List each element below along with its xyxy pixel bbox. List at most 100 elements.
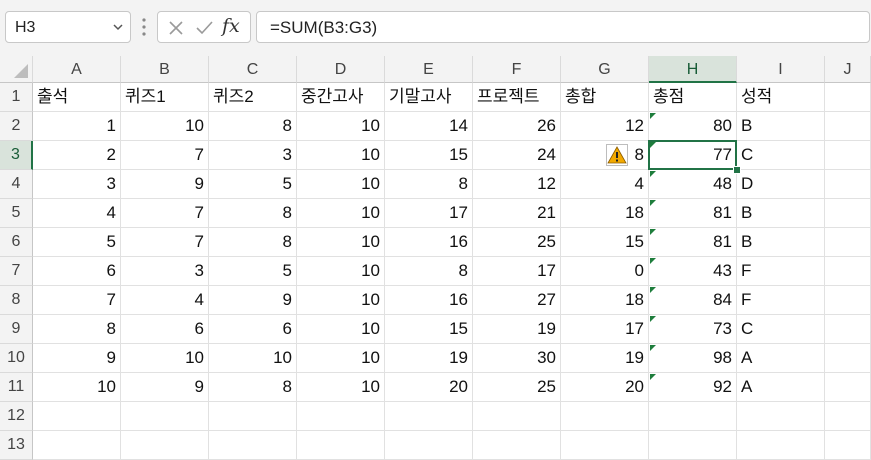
- cell-J11[interactable]: [825, 373, 871, 402]
- insert-function-button[interactable]: fx: [222, 15, 240, 37]
- row-header-4[interactable]: 4: [0, 170, 33, 199]
- cell-F11[interactable]: 25: [473, 373, 561, 402]
- cell-I6[interactable]: B: [737, 228, 825, 257]
- cell-F1[interactable]: 프로젝트: [473, 83, 561, 112]
- cell-C11[interactable]: 8: [209, 373, 297, 402]
- cell-A8[interactable]: 7: [33, 286, 121, 315]
- cell-H1[interactable]: 총점: [649, 83, 737, 112]
- cell-I5[interactable]: B: [737, 199, 825, 228]
- row-header-9[interactable]: 9: [0, 315, 33, 344]
- cell-C4[interactable]: 5: [209, 170, 297, 199]
- cell-E10[interactable]: 19: [385, 344, 473, 373]
- column-header-I[interactable]: I: [737, 56, 825, 83]
- cell-G6[interactable]: 15: [561, 228, 649, 257]
- cell-E2[interactable]: 14: [385, 112, 473, 141]
- cell-J12[interactable]: [825, 402, 871, 431]
- row-header-7[interactable]: 7: [0, 257, 33, 286]
- cell-F3[interactable]: 24: [473, 141, 561, 170]
- cell-E9[interactable]: 15: [385, 315, 473, 344]
- cell-A11[interactable]: 10: [33, 373, 121, 402]
- cell-D11[interactable]: 10: [297, 373, 385, 402]
- cell-J2[interactable]: [825, 112, 871, 141]
- cell-G13[interactable]: [561, 431, 649, 460]
- cell-J1[interactable]: [825, 83, 871, 112]
- cell-G7[interactable]: 0: [561, 257, 649, 286]
- cell-C6[interactable]: 8: [209, 228, 297, 257]
- cell-F4[interactable]: 12: [473, 170, 561, 199]
- cell-H5[interactable]: 81: [649, 199, 737, 228]
- cell-G4[interactable]: 4: [561, 170, 649, 199]
- column-header-F[interactable]: F: [473, 56, 561, 83]
- cell-J3[interactable]: [825, 141, 871, 170]
- cell-F13[interactable]: [473, 431, 561, 460]
- cell-E11[interactable]: 20: [385, 373, 473, 402]
- cell-B8[interactable]: 4: [121, 286, 209, 315]
- cell-I7[interactable]: F: [737, 257, 825, 286]
- name-box[interactable]: H3: [5, 11, 131, 43]
- column-header-J[interactable]: J: [825, 56, 871, 83]
- cell-J10[interactable]: [825, 344, 871, 373]
- cell-H8[interactable]: 84: [649, 286, 737, 315]
- cell-G8[interactable]: 18: [561, 286, 649, 315]
- row-header-10[interactable]: 10: [0, 344, 33, 373]
- cell-C5[interactable]: 8: [209, 199, 297, 228]
- row-header-6[interactable]: 6: [0, 228, 33, 257]
- cell-F6[interactable]: 25: [473, 228, 561, 257]
- cell-E4[interactable]: 8: [385, 170, 473, 199]
- cell-B4[interactable]: 9: [121, 170, 209, 199]
- cell-B3[interactable]: 7: [121, 141, 209, 170]
- cell-A10[interactable]: 9: [33, 344, 121, 373]
- cell-F9[interactable]: 19: [473, 315, 561, 344]
- cell-G9[interactable]: 17: [561, 315, 649, 344]
- cancel-icon[interactable]: [166, 18, 186, 38]
- column-header-C[interactable]: C: [209, 56, 297, 83]
- cell-D4[interactable]: 10: [297, 170, 385, 199]
- cell-G12[interactable]: [561, 402, 649, 431]
- cell-J7[interactable]: [825, 257, 871, 286]
- row-header-12[interactable]: 12: [0, 402, 33, 431]
- cell-I1[interactable]: 성적: [737, 83, 825, 112]
- cell-D5[interactable]: 10: [297, 199, 385, 228]
- cell-A12[interactable]: [33, 402, 121, 431]
- chevron-down-icon[interactable]: [112, 21, 124, 33]
- cell-C10[interactable]: 10: [209, 344, 297, 373]
- column-header-E[interactable]: E: [385, 56, 473, 83]
- cell-E7[interactable]: 8: [385, 257, 473, 286]
- cell-B1[interactable]: 퀴즈1: [121, 83, 209, 112]
- cell-D3[interactable]: 10: [297, 141, 385, 170]
- cell-J4[interactable]: [825, 170, 871, 199]
- row-header-13[interactable]: 13: [0, 431, 33, 460]
- cell-B12[interactable]: [121, 402, 209, 431]
- cell-C9[interactable]: 6: [209, 315, 297, 344]
- cell-H3[interactable]: 77: [649, 141, 737, 170]
- row-header-5[interactable]: 5: [0, 199, 33, 228]
- column-header-H[interactable]: H: [649, 56, 737, 83]
- cell-G5[interactable]: 18: [561, 199, 649, 228]
- cell-I3[interactable]: C: [737, 141, 825, 170]
- cell-E8[interactable]: 16: [385, 286, 473, 315]
- cell-B2[interactable]: 10: [121, 112, 209, 141]
- select-all-corner[interactable]: [0, 56, 33, 83]
- cell-G2[interactable]: 12: [561, 112, 649, 141]
- cell-D13[interactable]: [297, 431, 385, 460]
- column-header-A[interactable]: A: [33, 56, 121, 83]
- column-header-D[interactable]: D: [297, 56, 385, 83]
- cell-B6[interactable]: 7: [121, 228, 209, 257]
- cell-E1[interactable]: 기말고사: [385, 83, 473, 112]
- cell-I11[interactable]: A: [737, 373, 825, 402]
- cell-C13[interactable]: [209, 431, 297, 460]
- row-header-1[interactable]: 1: [0, 83, 33, 112]
- column-header-G[interactable]: G: [561, 56, 649, 83]
- formula-input[interactable]: =SUM(B3:G3): [256, 11, 870, 43]
- cell-C8[interactable]: 9: [209, 286, 297, 315]
- cell-I2[interactable]: B: [737, 112, 825, 141]
- cell-D1[interactable]: 중간고사: [297, 83, 385, 112]
- cell-F10[interactable]: 30: [473, 344, 561, 373]
- row-header-8[interactable]: 8: [0, 286, 33, 315]
- cell-A2[interactable]: 1: [33, 112, 121, 141]
- cell-J9[interactable]: [825, 315, 871, 344]
- cell-D8[interactable]: 10: [297, 286, 385, 315]
- cell-B9[interactable]: 6: [121, 315, 209, 344]
- row-header-3[interactable]: 3: [0, 141, 33, 170]
- cell-C1[interactable]: 퀴즈2: [209, 83, 297, 112]
